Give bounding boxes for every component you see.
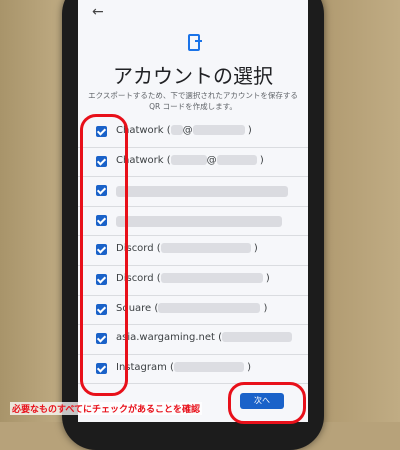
- back-arrow-icon[interactable]: ←: [92, 4, 104, 20]
- redacted-block: [216, 154, 257, 165]
- redacted-block: [160, 272, 263, 283]
- annotation-caption: 必要なものすべてにチェックがあることを確認: [10, 402, 203, 415]
- account-at: @: [206, 154, 217, 166]
- account-end: ): [247, 125, 252, 136]
- page-title: アカウントの選択: [113, 64, 273, 88]
- phone-export-icon: [188, 34, 202, 51]
- account-end: ): [263, 302, 268, 314]
- account-end: ): [247, 361, 252, 373]
- redacted-block: [192, 125, 245, 135]
- page-description: エクスポートするため、下で選択されたアカウントを保存する QR コードを作成しま…: [88, 91, 298, 111]
- account-end: ): [265, 272, 270, 284]
- highlight-oval-next: [228, 382, 306, 424]
- redacted-block: [158, 302, 261, 313]
- redacted-block: [160, 243, 251, 254]
- highlight-oval-checkboxes: [80, 114, 128, 396]
- account-end: ): [259, 154, 264, 166]
- redacted-block: [116, 186, 288, 198]
- redacted-block: [170, 154, 207, 165]
- redacted-block: [173, 361, 244, 372]
- redacted-block: [170, 125, 183, 135]
- account-name: asia.wargaming.net (: [116, 332, 223, 344]
- account-end: ): [253, 243, 258, 255]
- account-at: @: [182, 125, 193, 136]
- redacted-block: [222, 332, 293, 343]
- redacted-block: [116, 215, 282, 227]
